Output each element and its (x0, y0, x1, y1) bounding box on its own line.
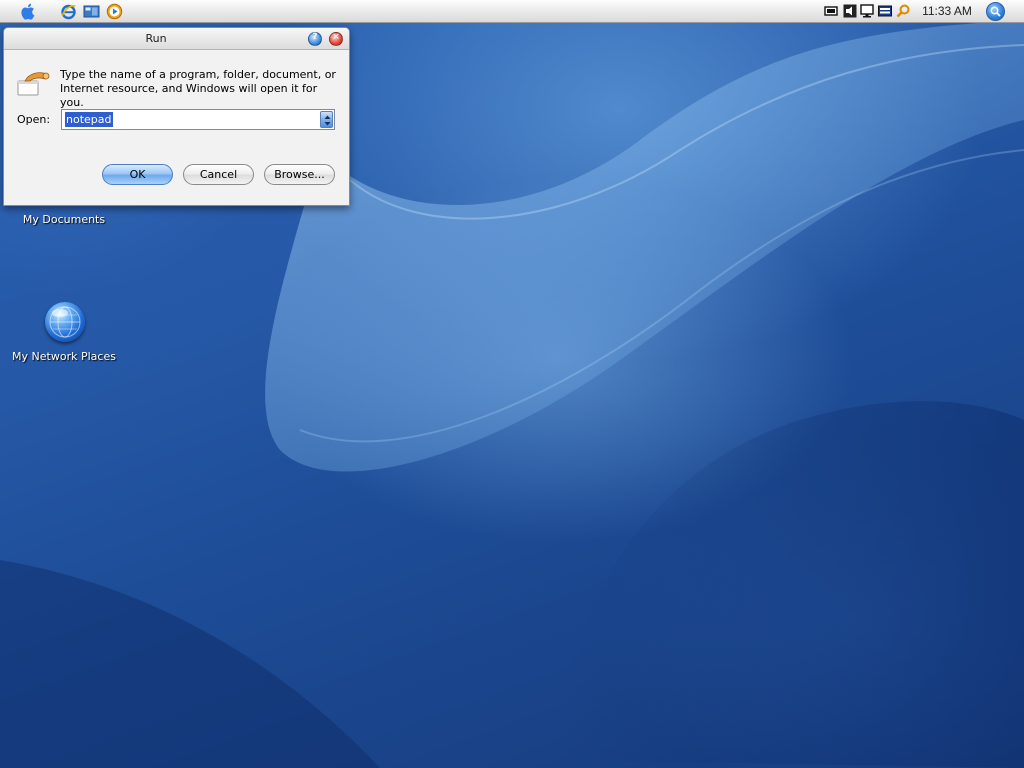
search-tool-icon[interactable] (896, 4, 910, 18)
ok-button[interactable]: OK (102, 164, 173, 185)
desktop-icon-my-network-places[interactable]: My Network Places (8, 350, 120, 363)
help-button[interactable]: ? (308, 32, 322, 46)
internet-explorer-icon[interactable] (60, 3, 77, 20)
volume-icon[interactable] (843, 4, 857, 18)
display-icon[interactable] (860, 4, 874, 18)
description-line: Type the name of a program, folder, docu… (60, 68, 336, 81)
description-line: Internet resource, and Windows will open… (60, 82, 318, 109)
run-dialog-description: Type the name of a program, folder, docu… (60, 68, 340, 110)
cancel-button[interactable]: Cancel (183, 164, 254, 185)
open-combobox[interactable]: notepad (61, 109, 335, 130)
run-dialog: Run ? × Type the name of a program, fold… (3, 27, 350, 206)
browse-button[interactable]: Browse... (264, 164, 335, 185)
desktop-icon-label: My Documents (22, 213, 106, 226)
my-network-places-icon[interactable] (45, 302, 85, 342)
menu-bar: 11:33 AM (0, 0, 1024, 23)
run-program-icon (17, 72, 50, 96)
desktop-icon-label: My Network Places (12, 350, 116, 363)
dropdown-arrow-icon[interactable] (320, 111, 333, 128)
help-icon: ? (312, 32, 318, 42)
media-player-icon[interactable] (106, 3, 123, 20)
keyboard-icon[interactable] (878, 4, 892, 18)
spotlight-search-icon[interactable] (986, 2, 1005, 21)
run-dialog-titlebar[interactable]: Run ? × (4, 28, 349, 50)
menu-bar-clock[interactable]: 11:33 AM (919, 4, 975, 19)
show-desktop-icon[interactable] (83, 3, 100, 20)
open-input[interactable]: notepad (65, 112, 113, 127)
apple-logo-icon[interactable] (19, 2, 38, 21)
run-dialog-title: Run (145, 32, 167, 45)
close-button[interactable]: × (329, 32, 343, 46)
open-label: Open: (17, 113, 51, 126)
network-icon[interactable] (824, 4, 838, 18)
desktop-icon-my-documents[interactable]: My Documents (12, 213, 116, 226)
close-icon: × (332, 32, 340, 42)
